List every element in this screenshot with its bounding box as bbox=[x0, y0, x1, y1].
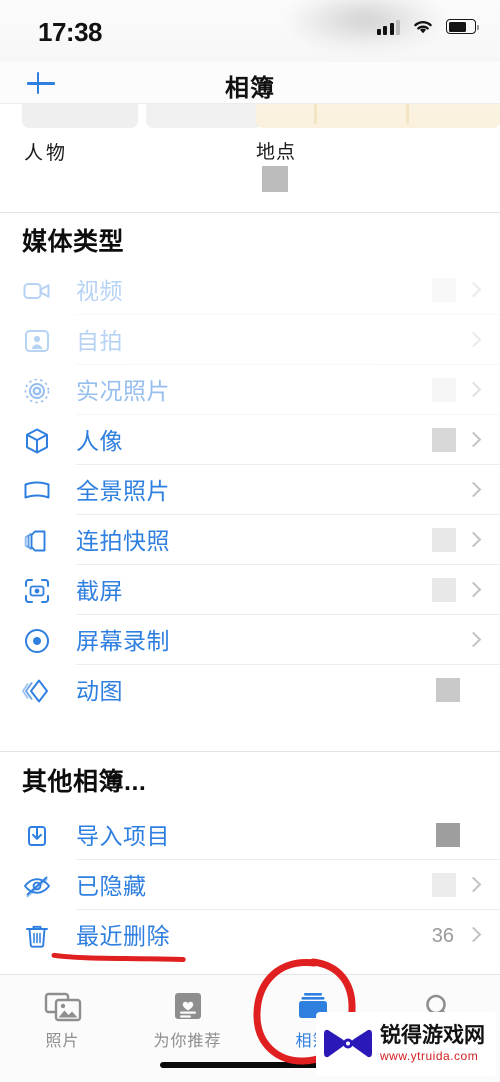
album-card-thumb-2[interactable] bbox=[146, 104, 262, 128]
chevron-right-icon bbox=[468, 482, 478, 499]
chevron-right-icon bbox=[468, 877, 478, 894]
album-card-label-places: 地点 bbox=[256, 142, 297, 163]
nav-bar: 相簿 bbox=[0, 62, 500, 104]
redacted-count bbox=[432, 278, 456, 302]
list-item-imports[interactable]: 导入项目 bbox=[0, 810, 500, 860]
screenshot-icon bbox=[22, 576, 52, 606]
list-item-label: 自拍 bbox=[76, 328, 123, 354]
list-item-label: 动图 bbox=[76, 678, 123, 704]
chevron-right-icon bbox=[468, 332, 478, 349]
list-item-count: 36 bbox=[431, 925, 454, 947]
places-map-card[interactable] bbox=[256, 104, 500, 128]
chevron-right-icon bbox=[468, 432, 478, 449]
live-photo-icon bbox=[22, 376, 52, 406]
top-album-cards: 人物 地点 bbox=[0, 104, 500, 210]
list-item-label: 已隐藏 bbox=[76, 873, 147, 899]
status-bar: 17:38 bbox=[0, 0, 500, 62]
section-divider-media bbox=[0, 212, 500, 213]
list-item-screenshot[interactable]: 截屏 bbox=[0, 565, 500, 615]
list-item-panorama[interactable]: 全景照片 bbox=[0, 465, 500, 515]
burst-icon bbox=[22, 526, 52, 556]
list-item-label: 全景照片 bbox=[76, 478, 170, 504]
cellular-signal-icon bbox=[376, 19, 400, 35]
animated-gif-icon bbox=[22, 676, 52, 706]
list-item-label: 连拍快照 bbox=[76, 528, 170, 554]
list-item-portrait[interactable]: 人像 bbox=[0, 415, 500, 465]
list-item-selfie[interactable]: 自拍 bbox=[0, 315, 500, 365]
for-you-icon bbox=[125, 985, 250, 1029]
selfie-icon bbox=[22, 326, 52, 356]
status-time: 17:38 bbox=[38, 17, 103, 47]
hidden-icon bbox=[22, 871, 52, 901]
list-item-burst[interactable]: 连拍快照 bbox=[0, 515, 500, 565]
list-item-label: 导入项目 bbox=[76, 823, 170, 849]
redacted-count bbox=[432, 428, 456, 452]
album-card-label-people: 人物 bbox=[24, 143, 69, 164]
section-title-media-type: 媒体类型 bbox=[22, 228, 125, 256]
photos-icon bbox=[0, 985, 125, 1029]
tab-label: 照片 bbox=[45, 1033, 80, 1050]
wifi-icon bbox=[414, 20, 432, 34]
home-indicator[interactable] bbox=[160, 1062, 340, 1068]
redacted-count-places bbox=[262, 166, 288, 192]
list-item-label: 截屏 bbox=[76, 578, 123, 604]
list-item-video[interactable]: 视频 bbox=[0, 265, 500, 315]
list-item-live-photo[interactable]: 实况照片 bbox=[0, 365, 500, 415]
redacted-count bbox=[436, 678, 460, 702]
list-item-label: 人像 bbox=[76, 428, 123, 454]
chevron-right-icon bbox=[468, 532, 478, 549]
chevron-right-icon bbox=[468, 927, 478, 944]
chevron-right-icon bbox=[468, 632, 478, 649]
map-river-icon bbox=[400, 104, 500, 116]
site-watermark: 锐得游戏网 www.ytruida.com bbox=[316, 1012, 496, 1076]
panorama-icon bbox=[22, 476, 52, 506]
list-item-hidden[interactable]: 已隐藏 bbox=[0, 860, 500, 910]
trash-icon bbox=[22, 921, 52, 951]
portrait-cube-icon bbox=[22, 426, 52, 456]
redacted-count bbox=[436, 823, 460, 847]
watermark-url: www.ytruida.com bbox=[380, 1049, 479, 1064]
redacted-count bbox=[432, 873, 456, 897]
redacted-count bbox=[432, 578, 456, 602]
tab-label: 为你推荐 bbox=[153, 1033, 222, 1050]
section-title-other-albums: 其他相簿... bbox=[22, 768, 147, 796]
import-icon bbox=[22, 821, 52, 851]
list-item-label: 最近删除 bbox=[76, 923, 170, 949]
battery-icon bbox=[446, 19, 479, 34]
list-item-screen-recording[interactable]: 屏幕录制 bbox=[0, 615, 500, 665]
list-item-animated[interactable]: 动图 bbox=[0, 665, 500, 715]
chevron-right-icon bbox=[468, 382, 478, 399]
bowtie-logo-icon bbox=[324, 1029, 372, 1058]
tab-for-you[interactable]: 为你推荐 bbox=[125, 985, 250, 1055]
screen-recording-icon bbox=[22, 626, 52, 656]
list-item-label: 视频 bbox=[76, 278, 123, 304]
video-icon bbox=[22, 276, 52, 306]
album-card-thumb-1[interactable] bbox=[22, 104, 138, 128]
chevron-right-icon bbox=[468, 582, 478, 599]
chevron-right-icon bbox=[468, 282, 478, 299]
page-title: 相簿 bbox=[225, 75, 275, 102]
redacted-count bbox=[432, 528, 456, 552]
list-item-label: 实况照片 bbox=[76, 378, 170, 404]
tab-photos[interactable]: 照片 bbox=[0, 985, 125, 1055]
watermark-site-name: 锐得游戏网 bbox=[380, 1024, 485, 1048]
redacted-count bbox=[432, 378, 456, 402]
photos-app-screen: 17:38 相簿 人物 地点 媒体类型 视频 自拍 实况照片 人像 全景照片 连… bbox=[0, 0, 500, 1082]
list-item-label: 屏幕录制 bbox=[76, 628, 170, 654]
list-item-recently-deleted[interactable]: 最近删除 36 bbox=[0, 910, 500, 960]
section-divider-other bbox=[0, 751, 500, 752]
